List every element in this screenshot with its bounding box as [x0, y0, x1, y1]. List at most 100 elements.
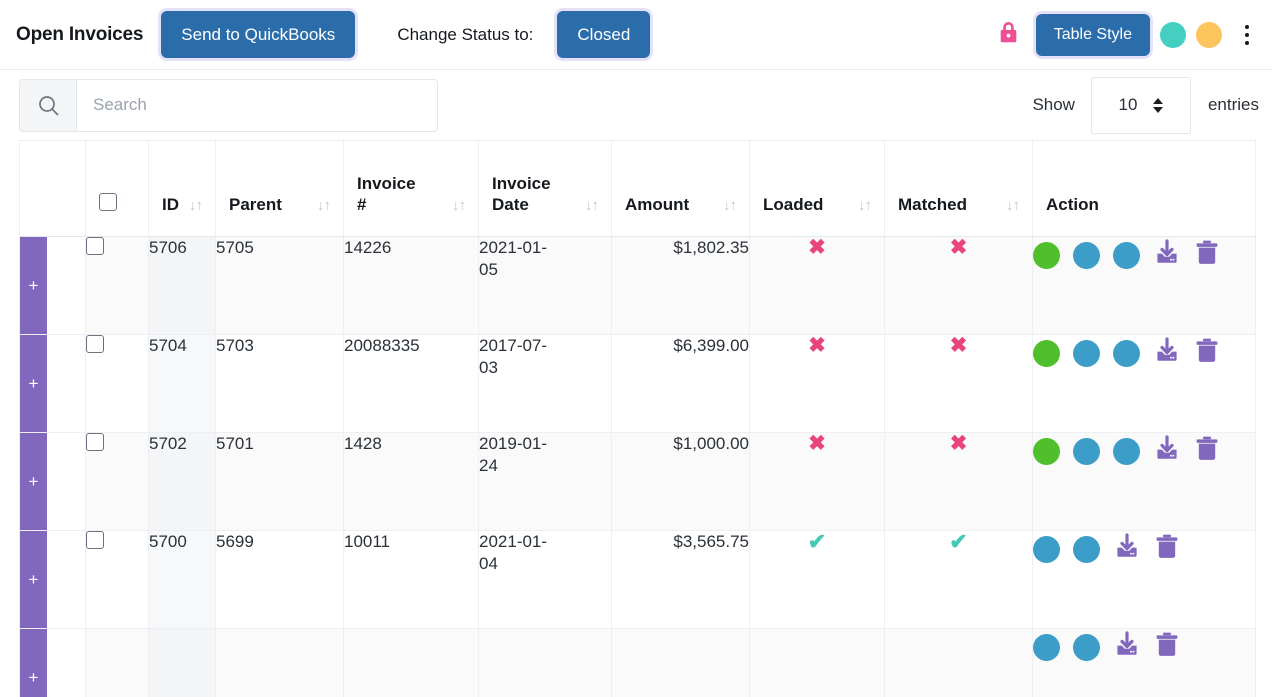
cell-loaded: ✖ — [749, 432, 885, 531]
header-id[interactable]: ID ↓↑ — [148, 140, 216, 237]
info-circle-icon[interactable] — [1073, 242, 1100, 270]
cell-action — [1032, 628, 1256, 697]
row-actions — [1033, 335, 1255, 370]
cell-invoice-number — [343, 628, 479, 697]
cell-action — [1032, 236, 1256, 335]
cell-invoice-number: 10011 — [343, 530, 479, 629]
table-style-button[interactable]: Table Style — [1035, 13, 1150, 56]
trash-icon[interactable] — [1154, 533, 1180, 566]
sort-icon[interactable]: ↓↑ — [858, 198, 872, 213]
expand-row-button[interactable]: + — [20, 433, 47, 530]
header-id-label: ID — [162, 194, 179, 214]
header-invoice-number[interactable]: Invoice # ↓↑ — [343, 140, 479, 237]
search-box[interactable] — [19, 78, 438, 132]
header-loaded-label: Loaded — [763, 194, 824, 214]
approve-circle-icon[interactable] — [1033, 340, 1060, 368]
select-all-checkbox[interactable] — [99, 193, 117, 211]
yellow-dot[interactable] — [1196, 21, 1222, 48]
expand-row-button[interactable]: + — [20, 335, 47, 432]
table-controls: Show 10 entries — [0, 70, 1272, 140]
info-circle-icon[interactable] — [1113, 340, 1140, 368]
table-row: +5706 5705 14226 2021-01- 05 $1,802.35 ✖ ✖ — [19, 236, 1256, 335]
header-matched[interactable]: Matched ↓↑ — [884, 140, 1033, 237]
row-checkbox[interactable] — [86, 433, 104, 451]
cell-id: 5706 — [148, 236, 216, 335]
cell-loaded: ✖ — [749, 236, 885, 335]
matched-true-icon: ✔ — [949, 529, 968, 554]
info-circle-icon[interactable] — [1113, 242, 1140, 270]
matched-false-icon: ✖ — [808, 334, 826, 357]
approve-circle-icon[interactable] — [1033, 242, 1060, 270]
table-body: +5706 5705 14226 2021-01- 05 $1,802.35 ✖ ✖ +5704… — [19, 236, 1256, 697]
expand-row-button[interactable]: + — [20, 237, 47, 334]
cell-id: 5702 — [148, 432, 216, 531]
cell-parent — [215, 628, 344, 697]
entries-per-page-stepper[interactable]: 10 — [1090, 76, 1191, 134]
cell-loaded: ✔ — [749, 530, 885, 629]
download-icon[interactable] — [1153, 435, 1181, 468]
row-expander-cell: + — [19, 628, 86, 697]
row-expander-cell: + — [19, 432, 86, 531]
expand-row-button[interactable]: + — [20, 531, 47, 628]
header-invoice-date[interactable]: Invoice Date ↓↑ — [478, 140, 612, 237]
header-parent[interactable]: Parent ↓↑ — [215, 140, 344, 237]
cell-id: 5704 — [148, 334, 216, 433]
lock-icon[interactable] — [997, 19, 1020, 50]
show-entries-control: Show 10 entries — [1032, 76, 1259, 134]
header-amount[interactable]: Amount ↓↑ — [611, 140, 750, 237]
row-checkbox[interactable] — [86, 531, 104, 549]
row-checkbox[interactable] — [86, 335, 104, 353]
info-circle-icon[interactable] — [1073, 438, 1100, 466]
status-closed-button[interactable]: Closed — [557, 11, 651, 58]
row-checkbox[interactable] — [86, 237, 104, 255]
table-row: +5702 5701 1428 2019-01- 24 $1,000.00 ✖ ✖ — [19, 432, 1256, 531]
info-circle-icon[interactable] — [1033, 536, 1060, 564]
sort-icon[interactable]: ↓↑ — [585, 198, 599, 213]
info-circle-icon[interactable] — [1073, 536, 1100, 564]
info-circle-icon[interactable] — [1113, 438, 1140, 466]
sort-icon[interactable]: ↓↑ — [723, 198, 737, 213]
cell-action — [1032, 530, 1256, 629]
download-icon[interactable] — [1113, 631, 1141, 664]
expand-row-button[interactable]: + — [20, 629, 47, 697]
info-circle-icon[interactable] — [1073, 634, 1100, 662]
search-input[interactable] — [77, 79, 437, 131]
cell-invoice-number: 1428 — [343, 432, 479, 531]
cell-matched: ✖ — [884, 432, 1033, 531]
sort-icon[interactable]: ↓↑ — [1006, 198, 1020, 213]
matched-false-icon: ✖ — [949, 334, 968, 357]
trash-icon[interactable] — [1194, 239, 1220, 272]
sort-icon[interactable]: ↓↑ — [452, 198, 466, 213]
sort-icon[interactable]: ↓↑ — [317, 198, 331, 213]
cell-parent: 5699 — [215, 530, 344, 629]
cell-parent: 5705 — [215, 236, 344, 335]
download-icon[interactable] — [1153, 239, 1181, 272]
more-vertical-icon[interactable] — [1236, 22, 1258, 48]
row-expander-cell: + — [19, 530, 86, 629]
info-circle-icon[interactable] — [1033, 634, 1060, 662]
trash-icon[interactable] — [1154, 631, 1180, 664]
row-select-cell — [85, 628, 149, 697]
cell-invoice-date: 2017-07- 03 — [478, 334, 612, 433]
download-icon[interactable] — [1113, 533, 1141, 566]
cell-matched: ✖ — [884, 236, 1033, 335]
teal-dot[interactable] — [1160, 21, 1186, 48]
open-invoices-table: ID ↓↑ Parent ↓↑ Invoice # ↓↑ Invoice Dat… — [19, 140, 1256, 697]
info-circle-icon[interactable] — [1073, 340, 1100, 368]
trash-icon[interactable] — [1194, 337, 1220, 370]
stepper-arrows-icon[interactable] — [1153, 97, 1164, 113]
trash-icon[interactable] — [1194, 435, 1220, 468]
row-select-cell — [85, 530, 149, 629]
header-parent-label: Parent — [229, 194, 282, 214]
sort-icon[interactable]: ↓↑ — [189, 198, 203, 213]
show-label: Show — [1032, 95, 1075, 114]
page-title: Open Invoices — [16, 23, 144, 45]
table-row: +5700 5699 10011 2021-01- 04 $3,565.75 ✔ ✔ — [19, 529, 1256, 629]
send-to-quickbooks-button[interactable]: Send to QuickBooks — [161, 11, 356, 58]
header-loaded[interactable]: Loaded ↓↑ — [749, 140, 885, 237]
approve-circle-icon[interactable] — [1033, 438, 1060, 466]
cell-matched: ✖ — [884, 334, 1033, 433]
download-icon[interactable] — [1153, 337, 1181, 370]
header-amount-label: Amount — [625, 194, 690, 214]
entries-label: entries — [1207, 95, 1259, 114]
